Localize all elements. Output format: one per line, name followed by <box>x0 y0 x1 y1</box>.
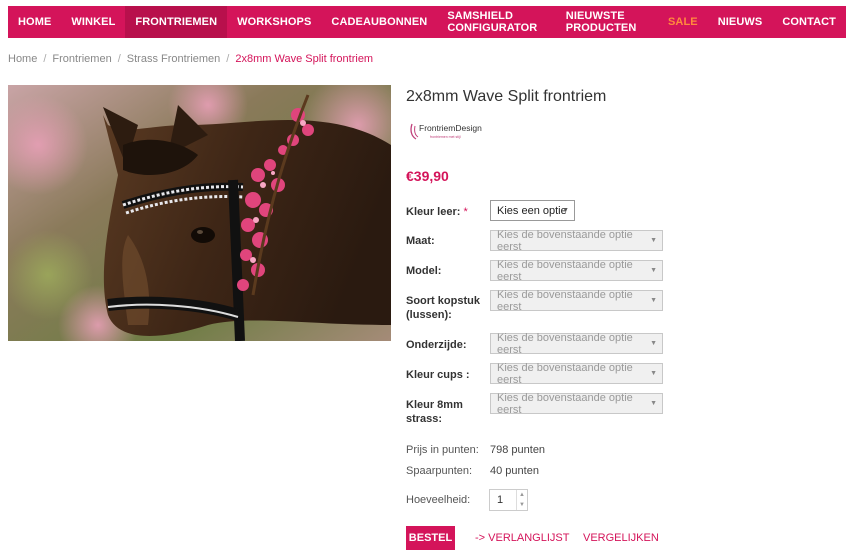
chevron-down-icon: ▼ <box>650 237 657 244</box>
option-label-maat: Maat: <box>406 235 435 247</box>
nav-item-home[interactable]: HOME <box>8 6 61 38</box>
select-value: Kies een optie <box>497 204 567 217</box>
quantity-label: Hoeveelheid: <box>406 494 471 506</box>
compare-link[interactable]: VERGELIJKEN <box>583 532 659 544</box>
select-model[interactable]: Kies de bovenstaande optie eerst ▼ <box>490 258 663 283</box>
nav-item-winkel[interactable]: WINKEL <box>61 6 125 38</box>
chevron-down-icon: ▼ <box>650 370 657 377</box>
breadcrumb-separator: / <box>226 53 230 65</box>
order-button[interactable]: BESTEL <box>406 526 455 550</box>
product-image[interactable] <box>8 85 391 341</box>
select-kleur-cups[interactable]: Kies de bovenstaande optie eerst ▼ <box>490 361 663 386</box>
select-value: Kies de bovenstaande optie eerst <box>497 361 633 386</box>
nav-item-frontriemen[interactable]: FRONTRIEMEN <box>125 6 228 38</box>
brand-logo: FrontriemDesign frontriemen met stijl <box>408 120 492 144</box>
breadcrumb-link-frontriemen[interactable]: Frontriemen <box>52 53 111 65</box>
nav-item-workshops[interactable]: WORKSHOPS <box>227 6 321 38</box>
breadcrumb: Home / Frontriemen / Strass Frontriemen … <box>8 53 373 65</box>
nav-item-sale[interactable]: SALE <box>658 6 708 38</box>
option-label-soort-kopstuk: Soort kopstuk (lussen): <box>406 295 480 321</box>
nav-item-contact[interactable]: CONTACT <box>772 6 846 38</box>
select-value: Kies de bovenstaande optie eerst <box>497 258 633 283</box>
chevron-down-icon: ▼ <box>650 340 657 347</box>
breadcrumb-link-home[interactable]: Home <box>8 53 37 65</box>
select-value: Kies de bovenstaande optie eerst <box>497 228 633 253</box>
points-price-label: Prijs in punten: <box>406 444 479 456</box>
option-label-kleur-strass: Kleur 8mm strass: <box>406 399 463 425</box>
chevron-down-icon: ▼ <box>650 400 657 407</box>
increment-arrow-icon[interactable]: ▲ <box>517 490 527 500</box>
points-price-value: 798 punten <box>490 444 546 456</box>
breadcrumb-separator: / <box>43 53 47 65</box>
option-label-text: Kleur leer: <box>406 206 461 218</box>
saving-points-value: 40 punten <box>490 465 539 477</box>
select-kleur-leer[interactable]: Kies een optie ▼ <box>490 200 575 221</box>
quantity-spinner: ▲ ▼ <box>516 490 527 510</box>
select-value: Kies de bovenstaande optie eerst <box>497 391 633 416</box>
required-mark: * <box>463 206 468 218</box>
option-label-onderzijde: Onderzijde: <box>406 339 467 351</box>
decrement-arrow-icon[interactable]: ▼ <box>517 500 527 510</box>
saving-points-label: Spaarpunten: <box>406 465 473 477</box>
main-nav: HOME WINKEL FRONTRIEMEN WORKSHOPS CADEAU… <box>8 6 846 38</box>
product-title: 2x8mm Wave Split frontriem <box>406 88 607 105</box>
horse-photo <box>8 85 391 341</box>
select-kleur-strass[interactable]: Kies de bovenstaande optie eerst ▼ <box>490 391 663 416</box>
wishlist-link[interactable]: -> VERLANGLIJST <box>475 532 569 544</box>
option-label-kleur-cups: Kleur cups : <box>406 369 470 381</box>
nav-item-nieuws[interactable]: NIEUWS <box>708 6 773 38</box>
breadcrumb-separator: / <box>117 53 121 65</box>
option-label-kleur-leer: Kleur leer: * <box>406 205 486 219</box>
breadcrumb-link-strass-frontriemen[interactable]: Strass Frontriemen <box>127 53 221 65</box>
option-label-model: Model: <box>406 265 442 277</box>
select-value: Kies de bovenstaande optie eerst <box>497 288 633 313</box>
brand-name: FrontriemDesign <box>419 123 482 133</box>
select-maat[interactable]: Kies de bovenstaande optie eerst ▼ <box>490 228 663 253</box>
chevron-down-icon: ▼ <box>650 267 657 274</box>
chevron-down-icon: ▼ <box>650 297 657 304</box>
nav-item-cadeaubonnen[interactable]: CADEAUBONNEN <box>321 6 437 38</box>
nav-item-nieuwste-producten[interactable]: NIEUWSTE PRODUCTEN <box>556 6 658 38</box>
quantity-value: 1 <box>497 494 504 506</box>
brand-tagline: frontriemen met stijl <box>430 135 461 139</box>
chevron-down-icon: ▼ <box>562 207 569 214</box>
product-price: €39,90 <box>406 168 449 184</box>
select-soort-kopstuk[interactable]: Kies de bovenstaande optie eerst ▼ <box>490 288 663 313</box>
quantity-stepper[interactable]: 1 ▲ ▼ <box>489 489 528 511</box>
nav-item-samshield-configurator[interactable]: SAMSHIELD CONFIGURATOR <box>437 6 555 38</box>
breadcrumb-current: 2x8mm Wave Split frontriem <box>235 53 374 65</box>
select-value: Kies de bovenstaande optie eerst <box>497 331 633 356</box>
select-onderzijde[interactable]: Kies de bovenstaande optie eerst ▼ <box>490 331 663 356</box>
